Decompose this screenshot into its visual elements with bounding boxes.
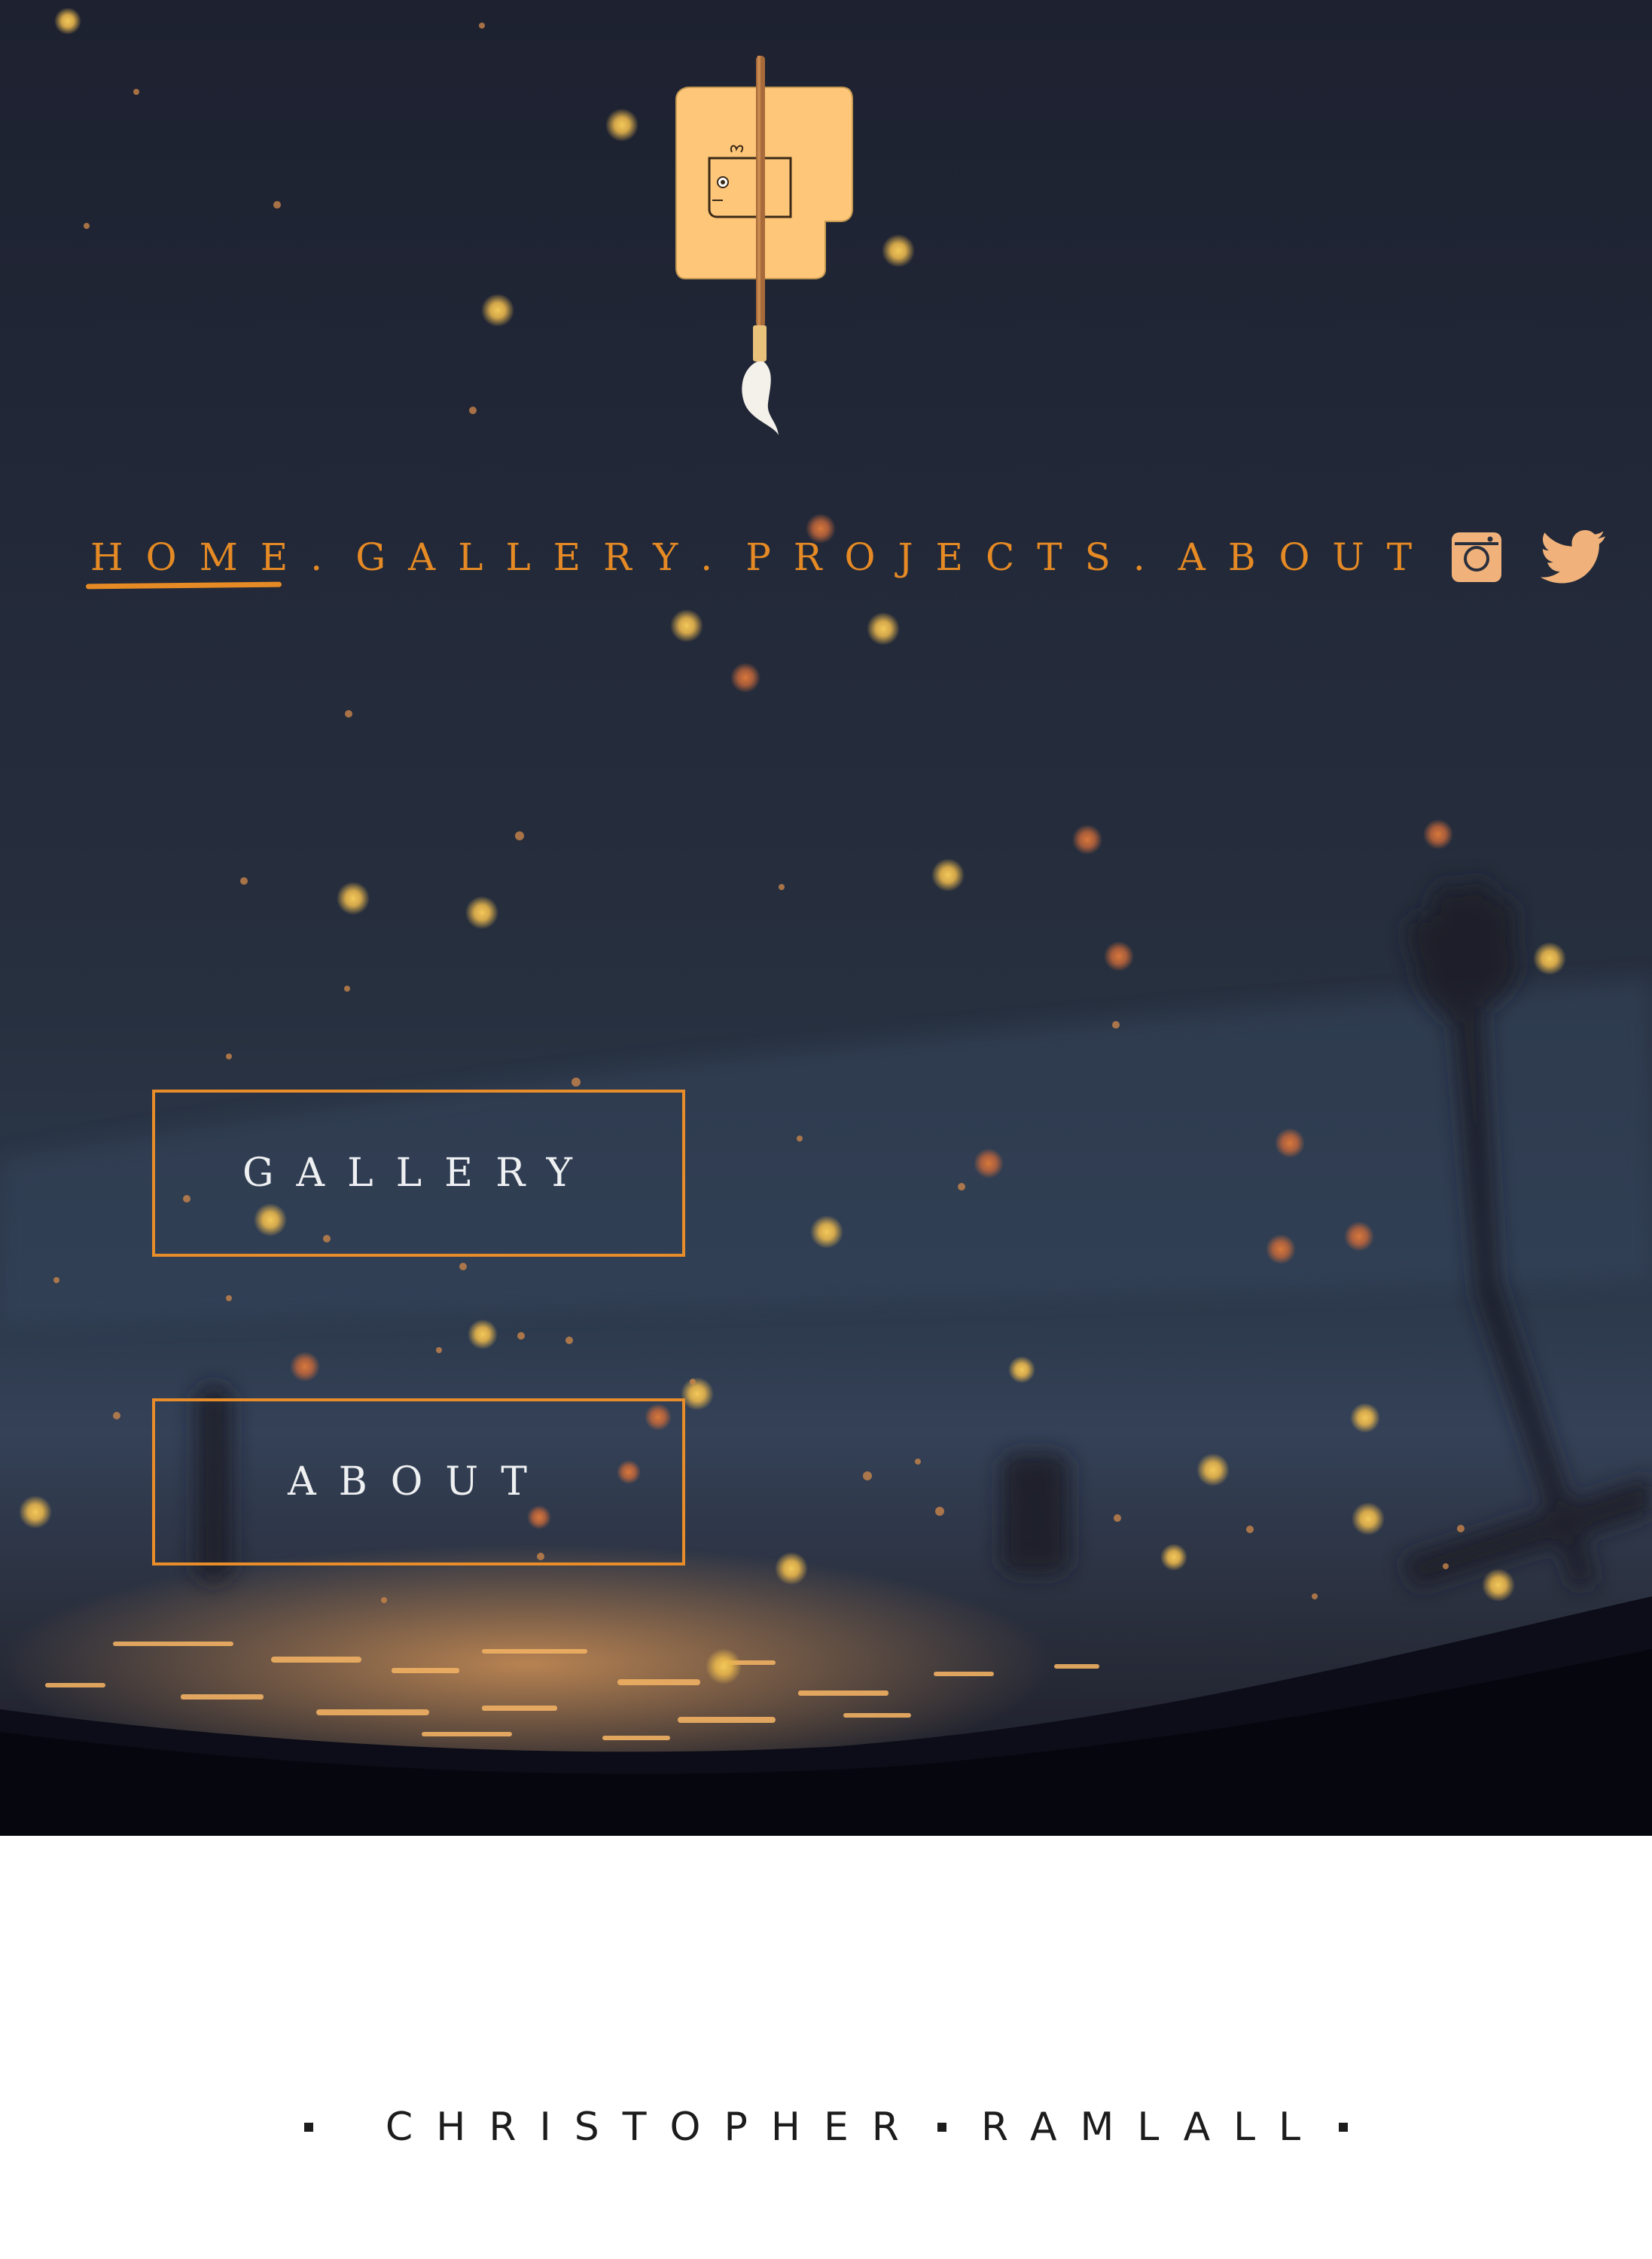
hero-banner: HOME . GALLERY . PROJECTS . ABOUT GALLER…: [0, 0, 1652, 1836]
gallery-button[interactable]: GALLERY: [152, 1090, 685, 1257]
footer-first-name: CHRISTOPHER: [385, 2105, 922, 2150]
nav-home-link[interactable]: HOME: [90, 535, 310, 579]
nav-about-link[interactable]: ABOUT: [1178, 535, 1434, 579]
footer-bullet: [1339, 2123, 1349, 2132]
instagram-link[interactable]: [1450, 527, 1503, 587]
nav-gallery-link[interactable]: GALLERY: [355, 535, 700, 579]
footer-bullet: [937, 2123, 946, 2132]
about-button[interactable]: ABOUT: [152, 1398, 685, 1565]
gallery-button-label: GALLERY: [242, 1151, 595, 1196]
instagram-icon: [1452, 532, 1501, 582]
footer-last-name: RAMLALL: [980, 2105, 1324, 2150]
site-logo[interactable]: [663, 53, 866, 444]
nav-separator: .: [310, 535, 323, 579]
nav-separator: .: [1132, 535, 1145, 579]
nav-separator: .: [700, 535, 713, 579]
main-nav: HOME . GALLERY . PROJECTS . ABOUT: [90, 527, 1434, 587]
nav-projects-link[interactable]: PROJECTS: [745, 535, 1133, 579]
twitter-link[interactable]: [1541, 527, 1607, 587]
footer-bullet: [303, 2123, 313, 2132]
twitter-icon: [1541, 530, 1605, 584]
about-button-label: ABOUT: [288, 1459, 550, 1504]
footer: CHRISTOPHER RAMLALL: [0, 2093, 1652, 2161]
